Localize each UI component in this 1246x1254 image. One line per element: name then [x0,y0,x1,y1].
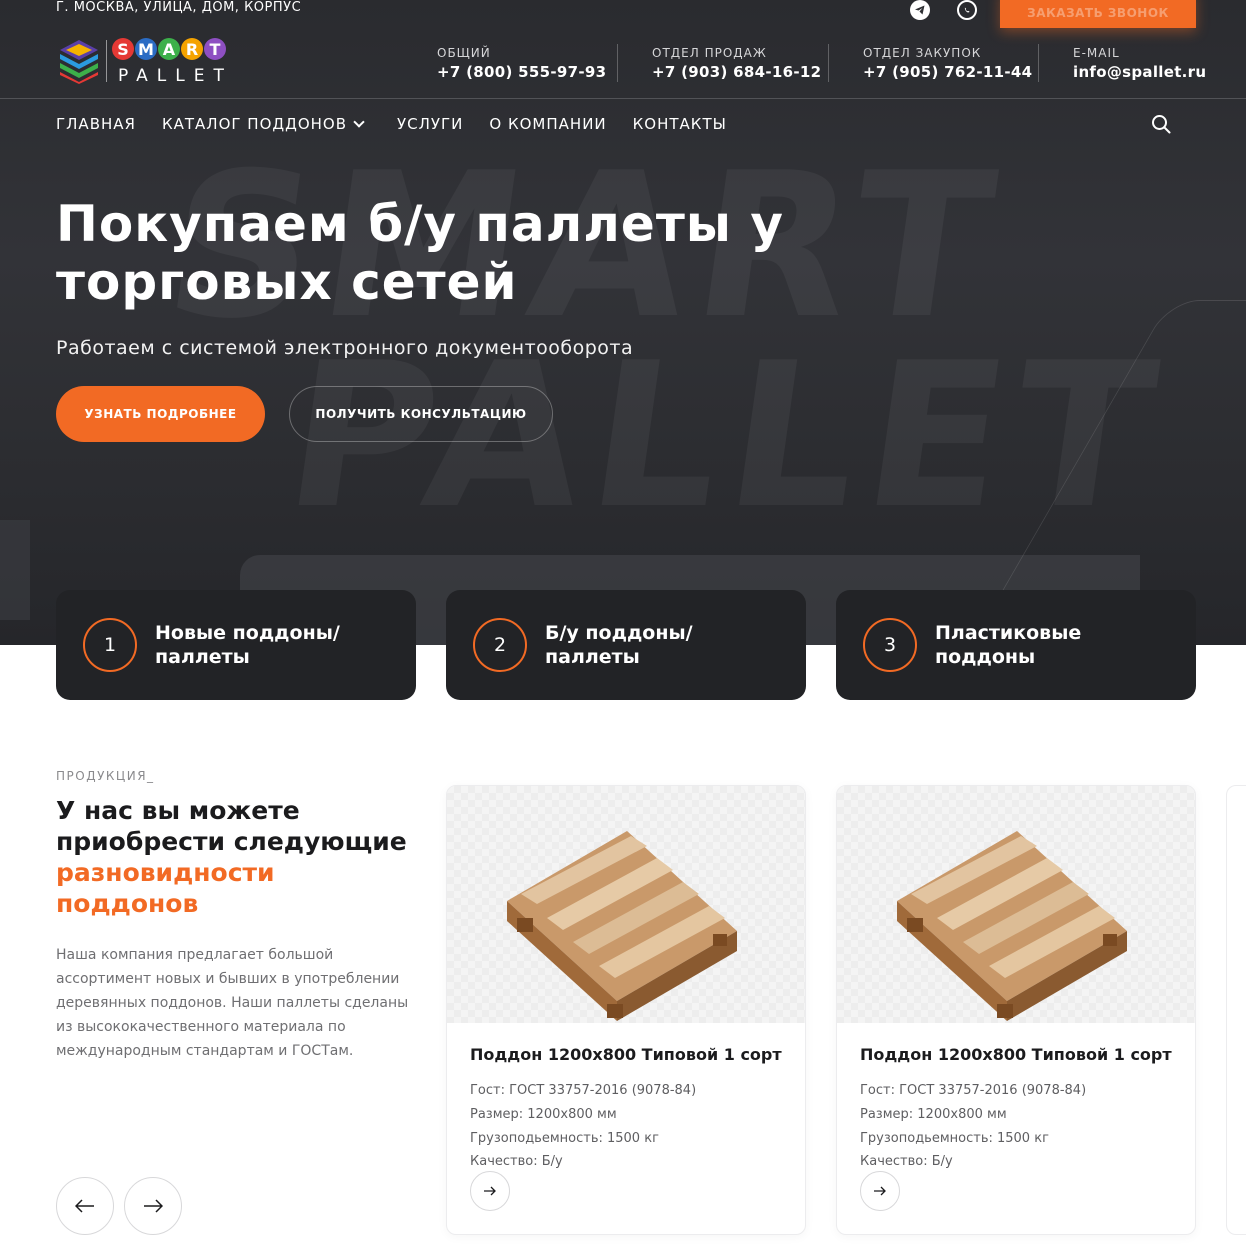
address-text: Г. МОСКВА, УЛИЦА, ДОМ, КОРПУС [56,0,302,15]
section-title: У нас вы можете приобрести следующие раз… [56,795,416,919]
contact-label: ОБЩИЙ [437,46,491,60]
product-card[interactable]: Поддон 1200х800 Типовой 1 сорт Гост: ГОС… [446,785,806,1235]
product-capacity: Грузоподьемность: 1500 кг [470,1131,659,1146]
product-image [837,786,1195,1023]
contact-divider [828,44,829,82]
product-image [447,786,805,1023]
carousel-next-button[interactable] [124,1177,182,1235]
pallet-image [507,831,737,1021]
product-card-partial[interactable] [1226,785,1246,1235]
arrow-right-icon [144,1199,163,1213]
contact-label: ОТДЕЛ ЗАКУПОК [863,46,982,60]
category-number: 2 [473,618,527,672]
logo-letters: S M A R T [112,38,226,60]
contact-label: E-MAIL [1073,46,1120,60]
nav-item-contacts[interactable]: КОНТАКТЫ [633,115,727,133]
main-nav: ГЛАВНАЯ КАТАЛОГ ПОДДОНОВ УСЛУГИ О КОМПАН… [56,115,753,133]
hero-title: Покупаем б/у паллеты у торговых сетей [56,195,816,311]
logo-letter-s: S [112,38,134,60]
contact-purchasing: ОТДЕЛ ЗАКУПОК +7 (905) 762-11-44 [863,46,1032,81]
logo-letter-r: R [181,38,203,60]
logo-mark-icon [60,40,98,84]
category-number: 3 [863,618,917,672]
callback-button[interactable]: ЗАКАЗАТЬ ЗВОНОК [1000,0,1196,28]
pallet-image [897,831,1127,1021]
category-card-used[interactable]: 2 Б/у поддоны/ паллеты [446,590,806,700]
logo-subtitle: PALLET [118,66,233,86]
category-label: Новые поддоны/ паллеты [155,622,340,668]
arrow-right-icon [484,1186,496,1196]
nav-item-catalog[interactable]: КАТАЛОГ ПОДДОНОВ [161,115,365,133]
hero-background: SMART PALLET [0,0,1246,645]
contact-phone-purchasing[interactable]: +7 (905) 762-11-44 [863,63,1032,81]
section-description: Наша компания предлагает большой ассорти… [56,947,409,1059]
logo-letter-t: T [204,38,226,60]
contact-divider [1038,44,1039,82]
product-gost: Гост: ГОСТ 33757-2016 (9078-84) [470,1083,697,1098]
product-name[interactable]: Поддон 1200х800 Типовой 1 сорт [470,1045,782,1064]
contact-sales: ОТДЕЛ ПРОДАЖ +7 (903) 684-16-12 [652,46,821,81]
section-title-accent: разновидности поддонов [56,858,275,918]
chevron-down-icon [353,116,365,128]
hero-decor-shape-left [0,520,30,620]
category-number: 1 [83,618,137,672]
search-icon[interactable] [1151,114,1171,134]
contact-phone-general[interactable]: +7 (800) 555-97-93 [437,63,606,81]
product-open-button[interactable] [470,1171,510,1211]
product-quality: Качество: Б/у [860,1154,953,1169]
category-card-plastic[interactable]: 3 Пластиковые поддоны [836,590,1196,700]
get-consultation-button[interactable]: ПОЛУЧИТЬ КОНСУЛЬТАЦИЮ [289,386,553,442]
telegram-icon[interactable] [910,0,930,20]
contact-divider [617,44,618,82]
category-label: Б/у поддоны/ паллеты [545,622,693,668]
contact-email: E-MAIL info@spallet.ru [1073,46,1206,81]
carousel-prev-button[interactable] [56,1177,114,1235]
arrow-left-icon [75,1199,94,1213]
arrow-right-icon [874,1186,886,1196]
hero-subtitle: Работаем с системой электронного докумен… [56,337,634,359]
hero-section: SMART PALLET Г. МОСКВА, УЛИЦА, ДОМ, КОРП… [0,0,1246,645]
product-quality: Качество: Б/у [470,1154,563,1169]
category-label: Пластиковые поддоны [935,622,1082,668]
contact-phone-sales[interactable]: +7 (903) 684-16-12 [652,63,821,81]
product-gost: Гост: ГОСТ 33757-2016 (9078-84) [860,1083,1087,1098]
product-size: Размер: 1200х800 мм [860,1107,1007,1122]
product-name[interactable]: Поддон 1200х800 Типовой 1 сорт [860,1045,1172,1064]
product-open-button[interactable] [860,1171,900,1211]
logo[interactable]: S M A R T PALLET [58,38,248,88]
whatsapp-icon[interactable] [957,0,977,20]
contact-email-link[interactable]: info@spallet.ru [1073,63,1206,81]
nav-item-catalog-label: КАТАЛОГ ПОДДОНОВ [161,115,347,133]
hero-title-bold: Покупаем б/у [56,195,457,253]
contact-general: ОБЩИЙ +7 (800) 555-97-93 [437,46,606,81]
nav-item-about[interactable]: О КОМПАНИИ [489,115,606,133]
logo-letter-m: M [135,38,157,60]
contact-label: ОТДЕЛ ПРОДАЖ [652,46,767,60]
header-divider [0,98,1246,99]
product-capacity: Грузоподьемность: 1500 кг [860,1131,1049,1146]
nav-item-home[interactable]: ГЛАВНАЯ [56,115,136,133]
product-size: Размер: 1200х800 мм [470,1107,617,1122]
logo-separator [106,40,107,82]
logo-letter-a: A [158,38,180,60]
section-eyebrow: ПРОДУКЦИЯ_ [56,769,155,783]
learn-more-button[interactable]: УЗНАТЬ ПОДРОБНЕЕ [56,386,265,442]
section-title-main: У нас вы можете приобрести следующие [56,796,407,856]
category-card-new[interactable]: 1 Новые поддоны/ паллеты [56,590,416,700]
nav-item-services[interactable]: УСЛУГИ [397,115,463,133]
product-card[interactable]: Поддон 1200х800 Типовой 1 сорт Гост: ГОС… [836,785,1196,1235]
